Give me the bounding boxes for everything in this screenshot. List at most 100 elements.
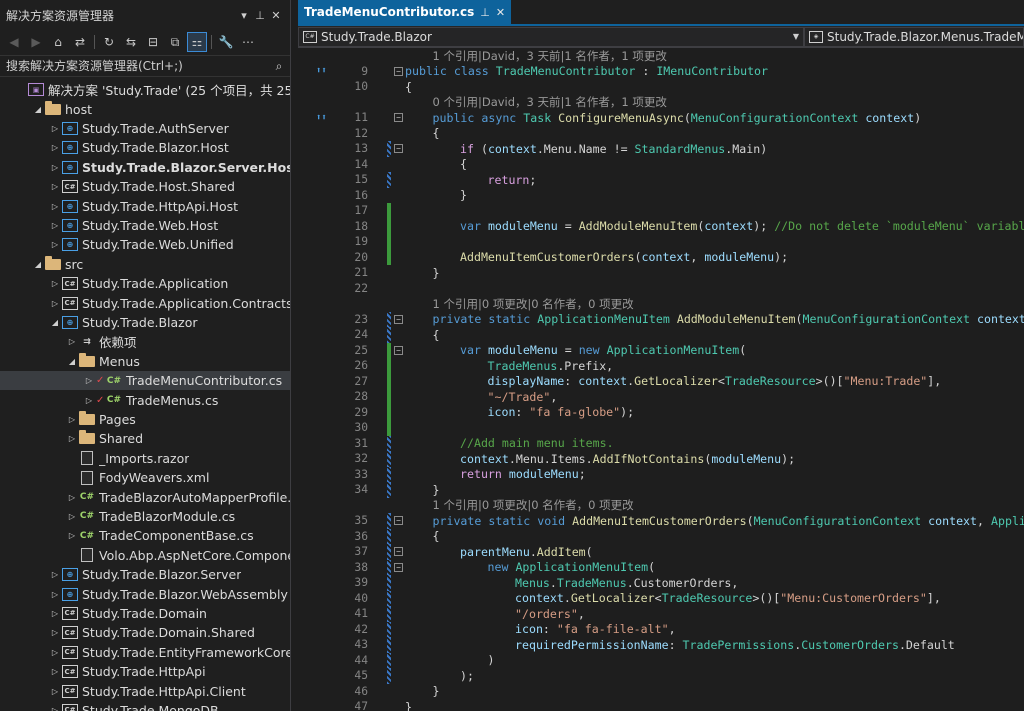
tree-item[interactable]: ▷ Pages	[0, 410, 290, 429]
tree-item[interactable]: ▷ ⊕ Study.Trade.Blazor.WebAssembly	[0, 584, 290, 603]
tree-item[interactable]: ▷ Shared	[0, 429, 290, 448]
codelens-text[interactable]: 0 个引用|David，3 天前|1 名作者，1 项更改	[433, 94, 667, 110]
collapsed-arrow-icon[interactable]: ▷	[65, 415, 79, 424]
collapsed-arrow-icon[interactable]: ▷	[48, 299, 62, 308]
collapsed-arrow-icon[interactable]: ▷	[82, 376, 96, 385]
tree-item[interactable]: ▷ ⊕ Study.Trade.AuthServer	[0, 119, 290, 138]
collapsed-arrow-icon[interactable]: ▷	[48, 590, 62, 599]
preview-selected-icon[interactable]: ⚏	[187, 32, 207, 52]
tree-item[interactable]: ◢ ⊕ Study.Trade.Blazor	[0, 313, 290, 332]
expanded-arrow-icon[interactable]: ◢	[31, 105, 45, 114]
collapsed-arrow-icon[interactable]: ▷	[48, 648, 62, 657]
tree-item[interactable]: ▷ C# Study.Trade.Application	[0, 274, 290, 293]
collapsed-arrow-icon[interactable]: ▷	[48, 124, 62, 133]
collapsed-arrow-icon[interactable]: ▷	[48, 163, 62, 172]
tree-item[interactable]: ◢ host	[0, 99, 290, 118]
collapsed-arrow-icon[interactable]: ▷	[65, 493, 79, 502]
tree-item[interactable]: ▷ ⊕ Study.Trade.Web.Host	[0, 216, 290, 235]
tree-item[interactable]: ▷ ⊕ Study.Trade.Blazor.Host	[0, 138, 290, 157]
project-dropdown[interactable]: C# Study.Trade.Blazor ▼	[298, 26, 804, 47]
tree-item[interactable]: Volo.Abp.AspNetCore.Components	[0, 546, 290, 565]
tree-item[interactable]: ▷ ⊕ Study.Trade.Blazor.Server.Host	[0, 158, 290, 177]
tree-item[interactable]: ▷ C# Study.Trade.HttpApi.Client	[0, 681, 290, 700]
collapsed-arrow-icon[interactable]: ▷	[48, 687, 62, 696]
tree-item[interactable]: ▷ C# Study.Trade.HttpApi	[0, 662, 290, 681]
search-icon[interactable]: ⌕	[268, 59, 290, 74]
tree-item[interactable]: ▷ C# Study.Trade.MongoDB	[0, 701, 290, 711]
tree-item[interactable]: _Imports.razor	[0, 449, 290, 468]
sync-icon[interactable]: ⇆	[121, 32, 141, 52]
collapsed-arrow-icon[interactable]: ▷	[82, 396, 96, 405]
home-icon[interactable]: ⌂	[48, 32, 68, 52]
codelens-text[interactable]: 1 个引用|David，3 天前|1 名作者，1 项更改	[433, 48, 667, 64]
collapsed-arrow-icon[interactable]: ▷	[48, 221, 62, 230]
expanded-arrow-icon[interactable]: ◢	[48, 318, 62, 327]
tree-item[interactable]: ▷ ✓ C# TradeMenus.cs	[0, 390, 290, 409]
collapsed-arrow-icon[interactable]: ▷	[48, 240, 62, 249]
show-all-files-icon[interactable]: ⧉	[165, 32, 185, 52]
back-icon[interactable]: ◀	[4, 32, 24, 52]
window-dropdown-icon[interactable]: ▾	[236, 9, 252, 22]
pin-icon[interactable]: ⊥	[252, 9, 268, 22]
tree-item[interactable]: ▷ C# TradeComponentBase.cs	[0, 526, 290, 545]
collapse-icon[interactable]: −	[394, 562, 403, 572]
collapsed-arrow-icon[interactable]: ▷	[48, 609, 62, 618]
collapsed-arrow-icon[interactable]: ▷	[48, 667, 62, 676]
close-icon[interactable]: ✕	[268, 9, 284, 22]
tree-item[interactable]: ▷ ⊕ Study.Trade.Web.Unified	[0, 235, 290, 254]
codelens-text[interactable]: 1 个引用|0 项更改|0 名作者，0 项更改	[433, 497, 634, 513]
collapse-icon[interactable]: −	[394, 516, 403, 526]
collapsed-arrow-icon[interactable]: ▷	[65, 434, 79, 443]
collapse-icon[interactable]: −	[394, 314, 403, 324]
collapsed-arrow-icon[interactable]: ▷	[65, 337, 79, 346]
collapsed-arrow-icon[interactable]: ▷	[65, 531, 79, 540]
codelens[interactable]: 1 个引用|0 项更改|0 名作者，0 项更改	[298, 498, 1024, 514]
collapse-icon[interactable]: −	[394, 66, 403, 76]
search-input[interactable]	[0, 59, 268, 73]
tree-item[interactable]: ▷ C# Study.Trade.Host.Shared	[0, 177, 290, 196]
tree-item[interactable]: ▣ 解决方案 'Study.Trade' (25 个项目，共 25 个	[0, 80, 290, 99]
collapse-icon[interactable]: −	[394, 547, 403, 557]
tree-item[interactable]: ▷ C# Study.Trade.EntityFrameworkCore	[0, 643, 290, 662]
switch-views-icon[interactable]: ⇄	[70, 32, 90, 52]
tree-item[interactable]: ◢ Menus	[0, 352, 290, 371]
forward-icon[interactable]: ▶	[26, 32, 46, 52]
codelens[interactable]: 1 个引用|0 项更改|0 名作者，0 项更改	[298, 296, 1024, 312]
collapse-icon[interactable]: −	[394, 113, 403, 123]
collapsed-arrow-icon[interactable]: ▷	[48, 143, 62, 152]
tree-item[interactable]: ▷ C# Study.Trade.Domain.Shared	[0, 623, 290, 642]
codelens-text[interactable]: 1 个引用|0 项更改|0 名作者，0 项更改	[433, 296, 634, 312]
collapsed-arrow-icon[interactable]: ▷	[48, 182, 62, 191]
tree-item[interactable]: ▷ ⇉ 依赖项	[0, 332, 290, 351]
tree-item[interactable]: ◢ src	[0, 255, 290, 274]
tree-item[interactable]: ▷ C# Study.Trade.Application.Contracts	[0, 293, 290, 312]
collapse-icon[interactable]: −	[394, 345, 403, 355]
collapsed-arrow-icon[interactable]: ▷	[48, 279, 62, 288]
tree-item[interactable]: ▷ ⊕ Study.Trade.HttpApi.Host	[0, 196, 290, 215]
tree-item[interactable]: ▷ C# TradeBlazorModule.cs	[0, 507, 290, 526]
tree-item[interactable]: ▷ C# TradeBlazorAutoMapperProfile.cs	[0, 487, 290, 506]
codelens[interactable]: 0 个引用|David，3 天前|1 名作者，1 项更改	[298, 95, 1024, 111]
tab-pin-icon[interactable]: ⊥	[480, 6, 490, 19]
history-icon[interactable]: ↻	[99, 32, 119, 52]
more-icon[interactable]: ⋯	[238, 32, 258, 52]
collapse-icon[interactable]: −	[394, 144, 403, 154]
codelens[interactable]: 1 个引用|David，3 天前|1 名作者，1 项更改	[298, 48, 1024, 64]
collapsed-arrow-icon[interactable]: ▷	[48, 706, 62, 711]
expanded-arrow-icon[interactable]: ◢	[65, 357, 79, 366]
tree-item[interactable]: ▷ ✓ C# TradeMenuContributor.cs	[0, 371, 290, 391]
tab-close-icon[interactable]: ✕	[496, 6, 505, 19]
collapse-all-icon[interactable]: ⊟	[143, 32, 163, 52]
collapsed-arrow-icon[interactable]: ▷	[48, 570, 62, 579]
tree-item[interactable]: ▷ ⊕ Study.Trade.Blazor.Server	[0, 565, 290, 584]
tree-item[interactable]: ▷ C# Study.Trade.Domain	[0, 604, 290, 623]
code-area[interactable]: 1 个引用|David，3 天前|1 名作者，1 项更改 ⬆⬆ 9− public c…	[298, 48, 1024, 711]
collapsed-arrow-icon[interactable]: ▷	[48, 202, 62, 211]
type-dropdown[interactable]: ◈ Study.Trade.Blazor.Menus.TradeMenuCont…	[804, 26, 1024, 47]
expanded-arrow-icon[interactable]: ◢	[31, 260, 45, 269]
collapsed-arrow-icon[interactable]: ▷	[48, 628, 62, 637]
tab-trademenucontributor[interactable]: TradeMenuContributor.cs ⊥ ✕	[298, 0, 512, 24]
tree-item[interactable]: FodyWeavers.xml	[0, 468, 290, 487]
properties-wrench-icon[interactable]: 🔧	[216, 32, 236, 52]
collapsed-arrow-icon[interactable]: ▷	[65, 512, 79, 521]
